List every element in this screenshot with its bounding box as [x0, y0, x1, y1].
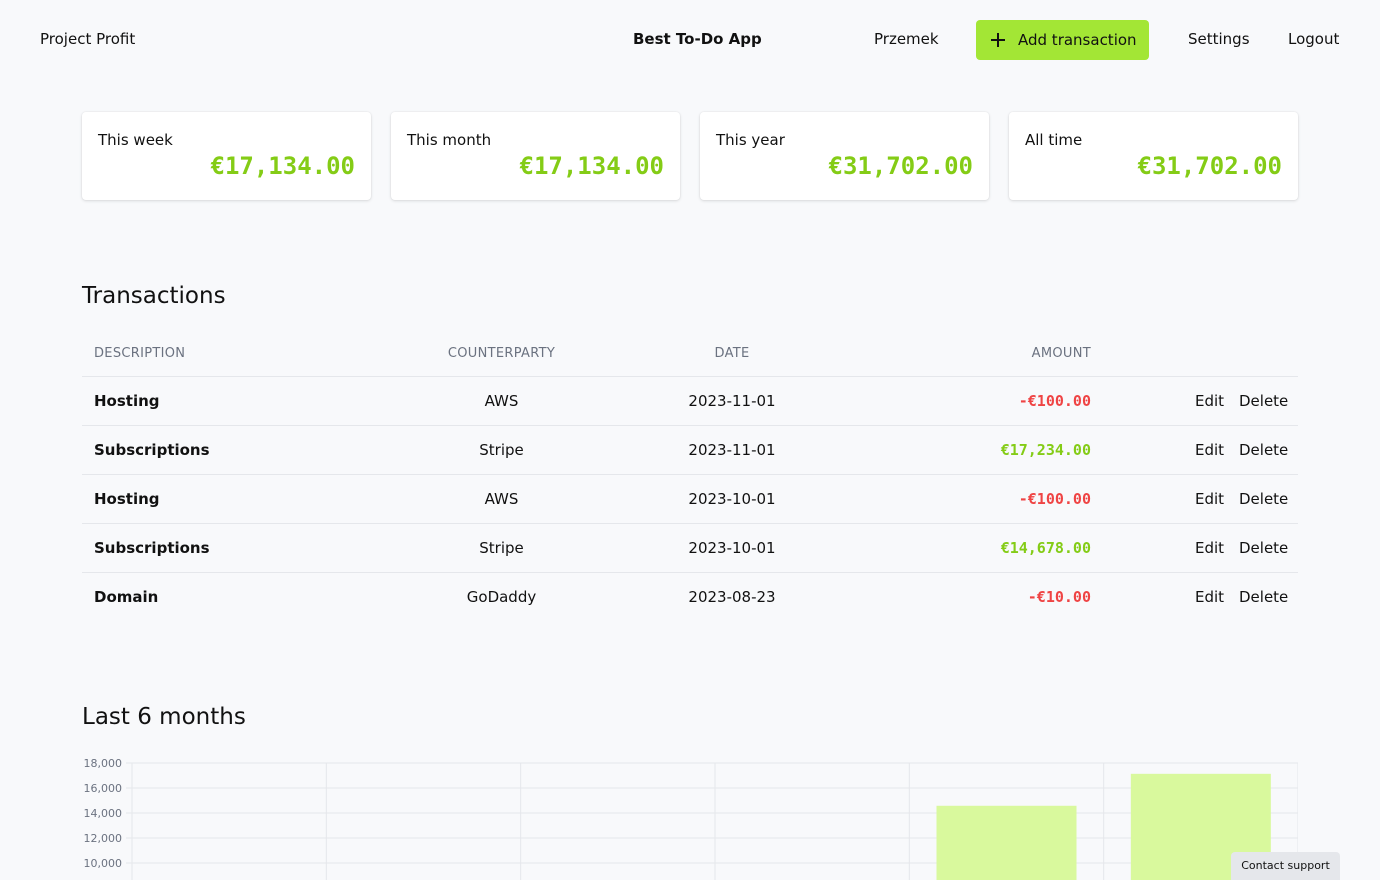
y-tick-label: 12,000	[84, 832, 123, 845]
edit-button[interactable]: Edit	[1195, 588, 1224, 606]
cell-counterparty: AWS	[484, 392, 519, 410]
column-header-description: DESCRIPTION	[94, 346, 186, 361]
cell-amount: -€100.00	[1018, 490, 1091, 508]
stat-value: €17,134.00	[519, 152, 665, 180]
stat-label: This week	[98, 131, 173, 149]
y-tick-label: 16,000	[84, 782, 123, 795]
y-tick-label: 14,000	[84, 807, 123, 820]
table-row: Domain GoDaddy 2023-08-23 -€10.00 Edit Delete	[82, 573, 1298, 622]
user-name[interactable]: Przemek	[874, 30, 939, 48]
table-row: Hosting AWS 2023-11-01 -€100.00 Edit Delete	[82, 377, 1298, 426]
cell-counterparty: AWS	[484, 490, 519, 508]
cell-amount: €14,678.00	[1000, 539, 1091, 557]
cell-date: 2023-10-01	[688, 539, 776, 557]
stat-card-all-time: All time €31,702.00	[1009, 112, 1298, 200]
cell-description: Hosting	[94, 490, 160, 508]
delete-button[interactable]: Delete	[1239, 441, 1288, 459]
app-brand[interactable]: Project Profit	[40, 30, 135, 48]
chart-svg: 18,000 16,000 14,000 12,000 10,000	[84, 757, 1299, 880]
cell-description: Hosting	[94, 392, 160, 410]
delete-button[interactable]: Delete	[1239, 588, 1288, 606]
transactions-title: Transactions	[82, 283, 226, 309]
column-header-date: DATE	[714, 346, 750, 361]
transactions-table: DESCRIPTION COUNTERPARTY DATE AMOUNT Hos…	[82, 328, 1298, 622]
add-transaction-label: Add transaction	[1018, 31, 1137, 49]
cell-amount: €17,234.00	[1000, 441, 1091, 459]
cell-description: Subscriptions	[94, 539, 210, 557]
cell-counterparty: Stripe	[479, 441, 524, 459]
edit-button[interactable]: Edit	[1195, 441, 1224, 459]
cell-date: 2023-11-01	[688, 441, 776, 459]
delete-button[interactable]: Delete	[1239, 490, 1288, 508]
stat-value: €17,134.00	[210, 152, 356, 180]
y-tick-label: 10,000	[84, 857, 123, 870]
cell-date: 2023-11-01	[688, 392, 776, 410]
cell-description: Domain	[94, 588, 159, 606]
cell-counterparty: GoDaddy	[466, 588, 537, 606]
project-selector[interactable]: Best To-Do App	[633, 30, 762, 48]
cell-counterparty: Stripe	[479, 539, 524, 557]
stat-label: This year	[716, 131, 785, 149]
table-row: Hosting AWS 2023-10-01 -€100.00 Edit Delete	[82, 475, 1298, 524]
column-header-amount: AMOUNT	[1031, 346, 1091, 361]
stat-card-month: This month €17,134.00	[391, 112, 680, 200]
stat-card-week: This week €17,134.00	[82, 112, 371, 200]
edit-button[interactable]: Edit	[1195, 490, 1224, 508]
logout-link[interactable]: Logout	[1288, 30, 1339, 48]
top-nav: Project Profit Best To-Do App Przemek Ad…	[0, 0, 1380, 80]
edit-button[interactable]: Edit	[1195, 392, 1224, 410]
add-transaction-button[interactable]: Add transaction	[976, 20, 1149, 60]
plus-icon	[990, 32, 1006, 48]
cell-amount: -€100.00	[1018, 392, 1091, 410]
chart-bar[interactable]	[936, 805, 1077, 880]
column-header-counterparty: COUNTERPARTY	[447, 346, 556, 361]
table-body: Hosting AWS 2023-11-01 -€100.00 Edit Delete Su…	[82, 377, 1298, 622]
edit-button[interactable]: Edit	[1195, 539, 1224, 557]
cell-date: 2023-08-23	[688, 588, 776, 606]
stat-card-year: This year €31,702.00	[700, 112, 989, 200]
delete-button[interactable]: Delete	[1239, 392, 1288, 410]
chart-title: Last 6 months	[82, 704, 246, 730]
y-tick-label: 18,000	[84, 757, 123, 770]
cell-date: 2023-10-01	[688, 490, 776, 508]
bar-chart: 18,000 16,000 14,000 12,000 10,000	[82, 750, 1299, 880]
table-row: Subscriptions Stripe 2023-10-01 €14,678.00 E…	[82, 524, 1298, 573]
table-header: DESCRIPTION COUNTERPARTY DATE AMOUNT	[82, 328, 1298, 377]
stat-value: €31,702.00	[1137, 152, 1283, 180]
stat-value: €31,702.00	[828, 152, 974, 180]
stat-label: All time	[1025, 131, 1083, 149]
contact-support-button[interactable]: Contact support	[1231, 852, 1340, 880]
cell-amount: -€10.00	[1027, 588, 1091, 606]
cell-description: Subscriptions	[94, 441, 210, 459]
delete-button[interactable]: Delete	[1239, 539, 1288, 557]
table-row: Subscriptions Stripe 2023-11-01 €17,234.00 E…	[82, 426, 1298, 475]
settings-link[interactable]: Settings	[1188, 30, 1250, 48]
stat-label: This month	[407, 131, 492, 149]
